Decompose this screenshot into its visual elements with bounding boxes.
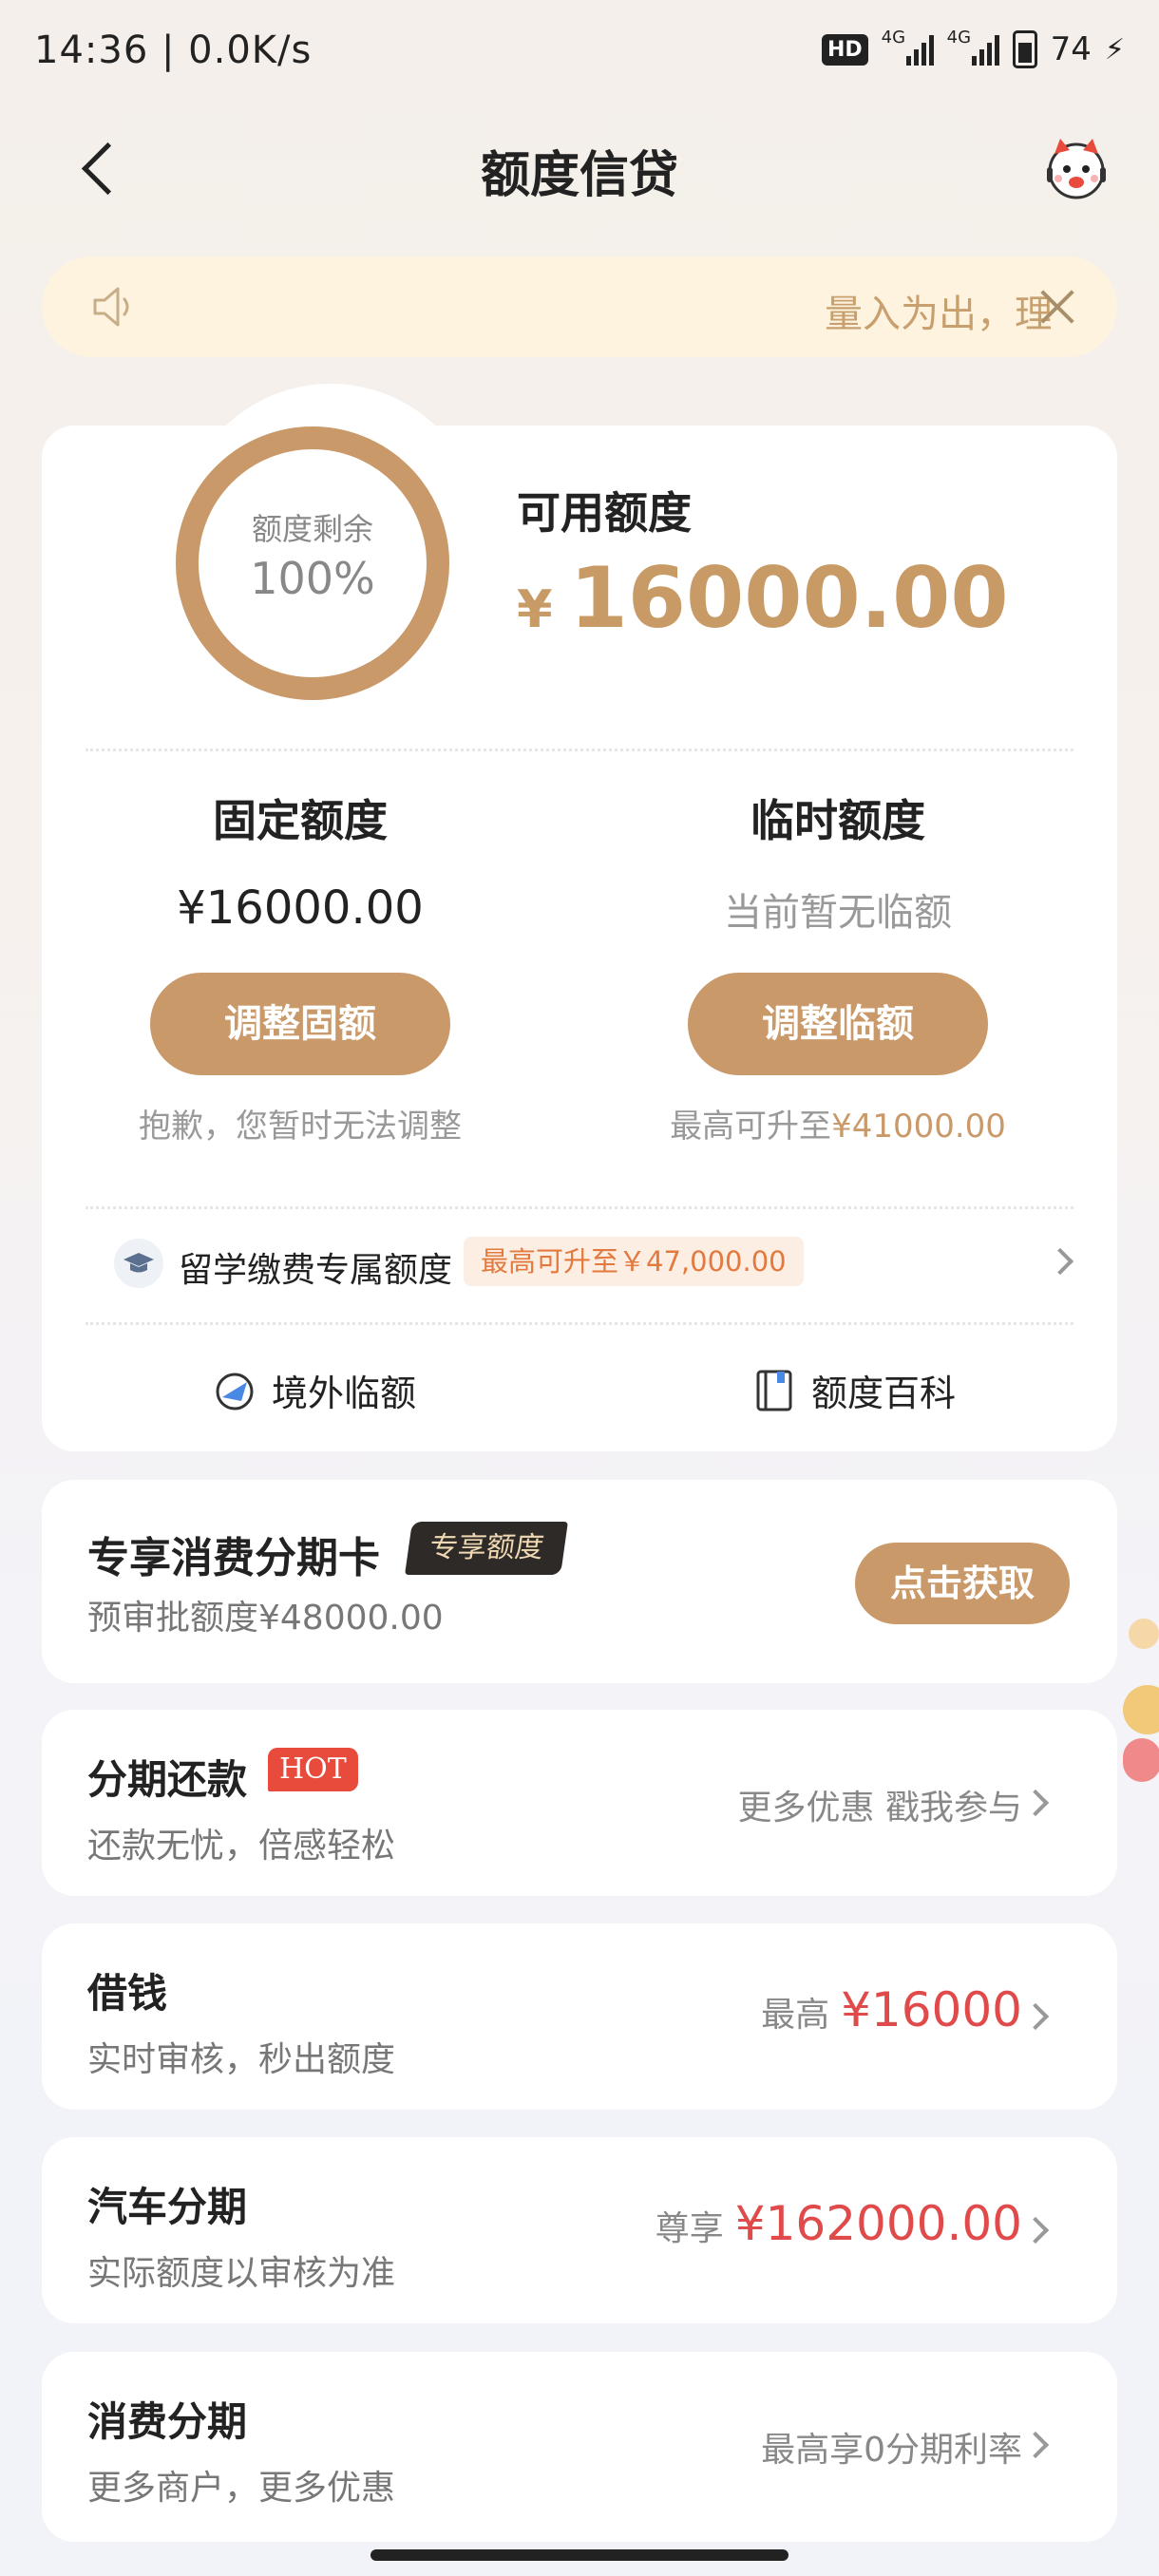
fixed-limit-section: 固定额度 ¥16000.00 调整固额 抱歉，您暂时无法调整 bbox=[82, 786, 519, 1146]
available-amount: ¥ 16000.00 bbox=[517, 549, 1009, 647]
study-abroad-label: 留学缴费专属额度 bbox=[179, 1251, 453, 1290]
close-icon[interactable] bbox=[1036, 285, 1079, 329]
credit-limit-card: 额度剩余 100% 可用额度 ¥ 16000.00 固定额度 ¥16000.00… bbox=[42, 384, 1117, 1451]
book-icon bbox=[756, 1370, 792, 1411]
list-item-consumer-installment[interactable]: 消费分期 更多商户，更多优惠 最高享0分期利率 bbox=[42, 2352, 1117, 2542]
divider bbox=[86, 748, 1074, 751]
notice-bar[interactable]: 量入为出，理 bbox=[42, 256, 1117, 357]
fixed-limit-title: 固定额度 bbox=[213, 795, 388, 846]
status-time: 14:36 | 0.0K/s bbox=[34, 28, 313, 72]
hot-badge: HOT bbox=[268, 1748, 358, 1791]
notice-text: 量入为出，理 bbox=[825, 293, 1051, 336]
installment-card[interactable]: 专享消费分期卡 专享额度 预审批额度¥48000.00 点击获取 bbox=[42, 1480, 1117, 1683]
overseas-limit-link[interactable]: 境外临额 bbox=[213, 1364, 416, 1416]
signal-icon: 4G bbox=[947, 28, 999, 66]
divider bbox=[86, 1322, 1074, 1325]
divider bbox=[86, 1206, 1074, 1209]
status-icons: HD 4G 4G 74 ⚡ bbox=[821, 28, 1125, 68]
list-item-car-installment[interactable]: 汽车分期 实际额度以审核为准 尊享 ¥162000.00 bbox=[42, 2137, 1117, 2323]
list-item-borrow[interactable]: 借钱 实时审核，秒出额度 最高 ¥16000 bbox=[42, 1923, 1117, 2110]
study-abroad-limit-row[interactable]: 留学缴费专属额度 最高可升至￥47,000.00 bbox=[42, 1216, 1117, 1305]
get-card-button[interactable]: 点击获取 bbox=[855, 1543, 1070, 1624]
temporary-limit-status: 当前暂无临额 bbox=[724, 891, 952, 935]
exclusive-limit-tag: 专享额度 bbox=[405, 1522, 568, 1575]
adjust-temporary-button[interactable]: 调整临额 bbox=[688, 973, 988, 1075]
temporary-limit-note: 最高可升至¥41000.00 bbox=[670, 1108, 1006, 1146]
ring-value: 100% bbox=[250, 553, 375, 604]
fixed-limit-amount: ¥16000.00 bbox=[177, 881, 424, 935]
chevron-right-icon bbox=[1021, 2431, 1050, 2459]
car-installment-amount: ¥162000.00 bbox=[734, 2196, 1022, 2251]
chevron-right-icon bbox=[1021, 1789, 1050, 1817]
chevron-right-icon bbox=[1021, 2216, 1050, 2245]
available-amount-value: 16000.00 bbox=[569, 549, 1009, 647]
status-bar: 14:36 | 0.0K/s HD 4G 4G 74 ⚡ bbox=[0, 0, 1159, 104]
graduation-cap-icon bbox=[114, 1239, 163, 1288]
hd-icon: HD bbox=[821, 33, 868, 66]
borrow-max-amount: ¥16000 bbox=[841, 1982, 1022, 2037]
installment-card-subtitle: 预审批额度¥48000.00 bbox=[87, 1599, 444, 1638]
speaker-icon bbox=[93, 287, 129, 327]
ring-label: 额度剩余 bbox=[251, 511, 373, 547]
quick-links: 境外临额 额度百科 bbox=[42, 1356, 1117, 1423]
available-label: 可用额度 bbox=[517, 487, 692, 539]
temporary-max-amount: ¥41000.00 bbox=[831, 1108, 1006, 1146]
globe-plane-icon bbox=[216, 1373, 254, 1410]
fixed-limit-note: 抱歉，您暂时无法调整 bbox=[139, 1108, 462, 1146]
nav-bar: 额度信贷 bbox=[0, 104, 1159, 228]
charging-icon: ⚡ bbox=[1104, 32, 1125, 66]
home-indicator[interactable] bbox=[370, 2549, 788, 2561]
battery-level: 74 bbox=[1050, 30, 1092, 68]
temporary-limit-title: 临时额度 bbox=[750, 795, 925, 846]
installment-card-title: 专享消费分期卡 bbox=[87, 1534, 380, 1582]
list-item-installment-repayment[interactable]: 分期还款 HOT 还款无忧，倍感轻松 更多优惠 戳我参与 bbox=[42, 1710, 1117, 1896]
battery-icon bbox=[1012, 30, 1037, 68]
floating-promo-icon[interactable] bbox=[1115, 1605, 1159, 1786]
chevron-right-icon bbox=[1021, 2002, 1050, 2031]
mascot-icon[interactable] bbox=[1041, 133, 1112, 203]
chevron-right-icon bbox=[1046, 1247, 1074, 1276]
signal-icon: 4G bbox=[882, 28, 934, 66]
study-abroad-badge: 最高可升至￥47,000.00 bbox=[464, 1237, 804, 1286]
adjust-fixed-button[interactable]: 调整固额 bbox=[150, 973, 450, 1075]
page-title: 额度信贷 bbox=[480, 147, 678, 204]
limit-encyclopedia-link[interactable]: 额度百科 bbox=[752, 1364, 956, 1416]
currency-symbol: ¥ bbox=[517, 579, 553, 639]
temporary-limit-section: 临时额度 当前暂无临额 调整临额 最高可升至¥41000.00 bbox=[619, 786, 1056, 1146]
